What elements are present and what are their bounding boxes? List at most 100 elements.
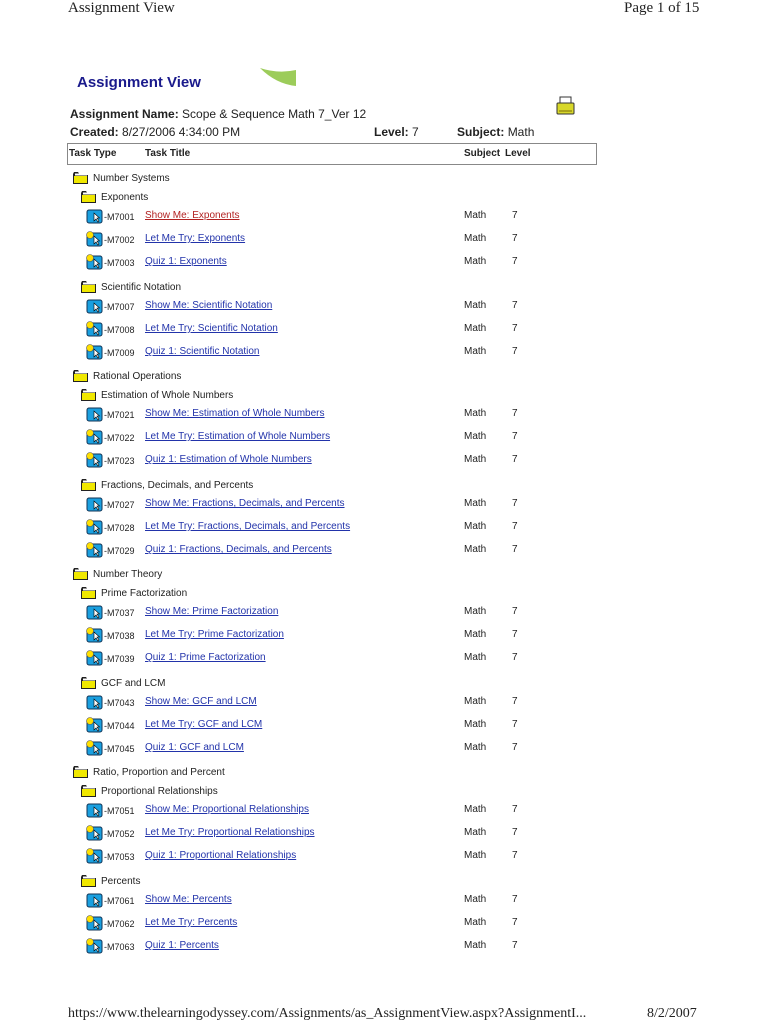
task-level: 7 xyxy=(512,300,518,311)
task-level: 7 xyxy=(512,827,518,838)
category-row: Rational Operations xyxy=(72,369,181,387)
task-title-link[interactable]: Show Me: Estimation of Whole Numbers xyxy=(145,408,325,419)
folder-icon xyxy=(80,676,97,693)
subcategory-row: Prime Factorization xyxy=(80,586,187,604)
header-task-type: Task Type xyxy=(69,148,117,159)
task-title-link[interactable]: Quiz 1: Estimation of Whole Numbers xyxy=(145,454,312,465)
task-title-link[interactable]: Show Me: Exponents xyxy=(145,210,240,221)
task-title-link[interactable]: Let Me Try: Estimation of Whole Numbers xyxy=(145,431,330,442)
task-row: -M7021 Show Me: Estimation of Whole Numbe… xyxy=(86,406,536,424)
folder-icon xyxy=(80,874,97,891)
task-subject: Math xyxy=(464,917,487,928)
task-code: -M7008 xyxy=(104,325,135,335)
task-code: -M7028 xyxy=(104,523,135,533)
task-level: 7 xyxy=(512,719,518,730)
header-subject: Subject xyxy=(464,148,501,159)
task-code: -M7051 xyxy=(104,806,135,816)
task-title-link[interactable]: Show Me: Fractions, Decimals, and Percen… xyxy=(145,498,345,509)
task-title-link[interactable]: Quiz 1: Prime Factorization xyxy=(145,652,266,663)
table-header: Task Type Task Title Subject Level xyxy=(67,143,597,165)
task-subject: Math xyxy=(464,256,487,267)
task-subject: Math xyxy=(464,431,487,442)
task-level: 7 xyxy=(512,408,518,419)
show-me-task-icon xyxy=(86,208,104,228)
task-title-link[interactable]: Show Me: Scientific Notation xyxy=(145,300,272,311)
page: Assignment View Page 1 of 15 Assignment … xyxy=(0,0,768,1024)
task-row: -M7039 Quiz 1: Prime Factorization Math 7 xyxy=(86,650,536,668)
task-row: -M7063 Quiz 1: Percents Math 7 xyxy=(86,938,536,956)
interactive-task-icon xyxy=(86,915,104,935)
task-level: 7 xyxy=(512,917,518,928)
task-subject: Math xyxy=(464,300,487,311)
task-level: 7 xyxy=(512,498,518,509)
task-title-link[interactable]: Let Me Try: Prime Factorization xyxy=(145,629,284,640)
interactive-task-icon xyxy=(86,429,104,449)
task-code: -M7003 xyxy=(104,258,135,268)
task-title-link[interactable]: Let Me Try: Exponents xyxy=(145,233,245,244)
interactive-task-icon xyxy=(86,452,104,472)
task-title-link[interactable]: Quiz 1: Proportional Relationships xyxy=(145,850,296,861)
task-code: -M7007 xyxy=(104,302,135,312)
show-me-task-icon xyxy=(86,604,104,624)
task-row: -M7052 Let Me Try: Proportional Relations… xyxy=(86,825,536,843)
subcategory-row: Scientific Notation xyxy=(80,280,181,298)
task-title-link[interactable]: Quiz 1: Exponents xyxy=(145,256,227,267)
page-title: Assignment View xyxy=(77,74,201,91)
interactive-task-icon xyxy=(86,825,104,845)
task-subject: Math xyxy=(464,498,487,509)
subcategory-row: Estimation of Whole Numbers xyxy=(80,388,233,406)
category-row: Ratio, Proportion and Percent xyxy=(72,765,225,783)
interactive-task-icon xyxy=(86,650,104,670)
logo-swoosh-icon xyxy=(260,68,296,86)
task-title-link[interactable]: Let Me Try: Proportional Relationships xyxy=(145,827,315,838)
task-title-link[interactable]: Show Me: GCF and LCM xyxy=(145,696,257,707)
category-label: Ratio, Proportion and Percent xyxy=(93,767,225,778)
subcategory-label: Exponents xyxy=(101,192,149,203)
task-subject: Math xyxy=(464,454,487,465)
task-title-link[interactable]: Show Me: Percents xyxy=(145,894,232,905)
task-code: -M7002 xyxy=(104,235,135,245)
task-title-link[interactable]: Let Me Try: Scientific Notation xyxy=(145,323,278,334)
task-title-link[interactable]: Quiz 1: Scientific Notation xyxy=(145,346,260,357)
subcategory-row: Proportional Relationships xyxy=(80,784,218,802)
footer-date: 8/2/2007 xyxy=(647,1006,697,1021)
show-me-task-icon xyxy=(86,406,104,426)
folder-icon xyxy=(80,478,97,495)
task-row: -M7028 Let Me Try: Fractions, Decimals, a… xyxy=(86,519,536,537)
task-title-link[interactable]: Let Me Try: Fractions, Decimals, and Per… xyxy=(145,521,350,532)
task-row: -M7003 Quiz 1: Exponents Math 7 xyxy=(86,254,536,272)
task-title-link[interactable]: Show Me: Prime Factorization xyxy=(145,606,278,617)
folder-icon xyxy=(80,280,97,297)
task-code: -M7001 xyxy=(104,212,135,222)
show-me-task-icon xyxy=(86,802,104,822)
task-level: 7 xyxy=(512,606,518,617)
task-row: -M7045 Quiz 1: GCF and LCM Math 7 xyxy=(86,740,536,758)
task-title-link[interactable]: Quiz 1: Fractions, Decimals, and Percent… xyxy=(145,544,332,555)
created-date: Created: 8/27/2006 4:34:00 PM xyxy=(70,125,240,139)
printer-icon[interactable] xyxy=(556,96,576,116)
task-subject: Math xyxy=(464,233,487,244)
interactive-task-icon xyxy=(86,519,104,539)
task-code: -M7052 xyxy=(104,829,135,839)
task-subject: Math xyxy=(464,742,487,753)
task-subject: Math xyxy=(464,606,487,617)
task-row: -M7029 Quiz 1: Fractions, Decimals, and P… xyxy=(86,542,536,560)
task-row: -M7027 Show Me: Fractions, Decimals, and … xyxy=(86,496,536,514)
interactive-task-icon xyxy=(86,938,104,958)
assignment-name: Assignment Name: Scope & Sequence Math 7… xyxy=(70,107,366,121)
interactive-task-icon xyxy=(86,321,104,341)
task-level: 7 xyxy=(512,940,518,951)
task-title-link[interactable]: Quiz 1: Percents xyxy=(145,940,219,951)
task-title-link[interactable]: Show Me: Proportional Relationships xyxy=(145,804,309,815)
task-title-link[interactable]: Quiz 1: GCF and LCM xyxy=(145,742,244,753)
footer-url: https://www.thelearningodyssey.com/Assig… xyxy=(68,1006,587,1021)
task-code: -M7021 xyxy=(104,410,135,420)
task-title-link[interactable]: Let Me Try: Percents xyxy=(145,917,237,928)
task-subject: Math xyxy=(464,940,487,951)
task-title-link[interactable]: Let Me Try: GCF and LCM xyxy=(145,719,262,730)
task-subject: Math xyxy=(464,210,487,221)
task-level: 7 xyxy=(512,323,518,334)
subcategory-label: Percents xyxy=(101,876,141,887)
task-row: -M7007 Show Me: Scientific Notation Math 7 xyxy=(86,298,536,316)
interactive-task-icon xyxy=(86,542,104,562)
